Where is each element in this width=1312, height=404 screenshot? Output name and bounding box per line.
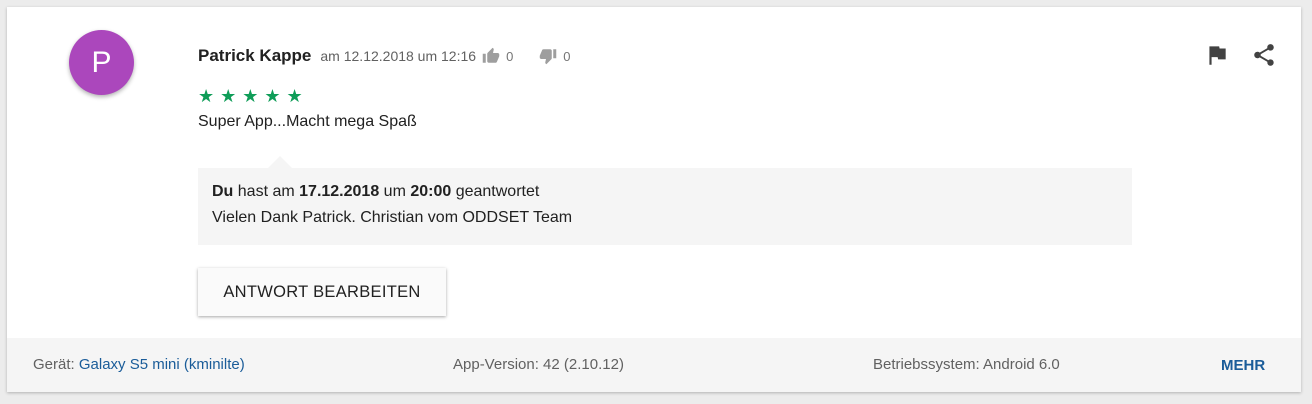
thumbs-down-count: 0 xyxy=(563,48,571,64)
reply-meta: Du hast am 17.12.2018 um 20:00 geantwort… xyxy=(212,183,539,201)
review-header: Patrick Kappe am 12.12.2018 um 12:16 0 0 xyxy=(198,45,571,67)
author-name: Patrick Kappe xyxy=(198,46,312,65)
reply-text-1: hast am xyxy=(233,183,300,200)
share-icon[interactable] xyxy=(1251,42,1277,68)
reply-message: Vielen Dank Patrick. Christian vom ODDSE… xyxy=(212,209,573,226)
review-text: Super App...Macht mega Spaß xyxy=(198,113,417,130)
share-button[interactable] xyxy=(1251,42,1277,68)
thumbs-down-icon[interactable] xyxy=(539,47,557,65)
avatar: P xyxy=(69,30,134,95)
thumbs-up-icon[interactable] xyxy=(482,47,500,65)
device-label: Gerät: xyxy=(33,356,79,373)
edit-reply-button[interactable]: ANTWORT BEARBEITEN xyxy=(198,268,446,316)
thumbs-up-count: 0 xyxy=(506,48,514,64)
developer-reply: Du hast am 17.12.2018 um 20:00 geantwort… xyxy=(198,156,1132,245)
reply-text-3: geantwortet xyxy=(451,183,540,200)
app-version: App-Version: 42 (2.10.12) xyxy=(453,356,624,373)
review-footer: Gerät: Galaxy S5 mini (kminilte) App-Ver… xyxy=(7,338,1301,392)
thumbs-up-vote[interactable]: 0 xyxy=(482,47,513,65)
reply-time: 20:00 xyxy=(410,183,452,200)
review-date: am 12.12.2018 um 12:16 xyxy=(320,48,477,64)
flag-icon[interactable] xyxy=(1204,42,1230,68)
device-info: Gerät: Galaxy S5 mini (kminilte) xyxy=(33,356,245,373)
more-button[interactable]: MEHR xyxy=(1221,357,1265,374)
flag-button[interactable] xyxy=(1204,42,1230,68)
device-link[interactable]: Galaxy S5 mini (kminilte) xyxy=(79,356,245,373)
review-card: P Patrick Kappe am 12.12.2018 um 12:16 0… xyxy=(7,7,1301,392)
reply-text-2: um xyxy=(379,183,411,200)
thumbs-down-vote[interactable]: 0 xyxy=(539,47,571,65)
os-version: Betriebssystem: Android 6.0 xyxy=(873,356,1060,373)
star-rating: ★★★★★ xyxy=(198,86,309,106)
reply-date: 17.12.2018 xyxy=(299,183,380,200)
reply-author: Du xyxy=(212,183,234,200)
